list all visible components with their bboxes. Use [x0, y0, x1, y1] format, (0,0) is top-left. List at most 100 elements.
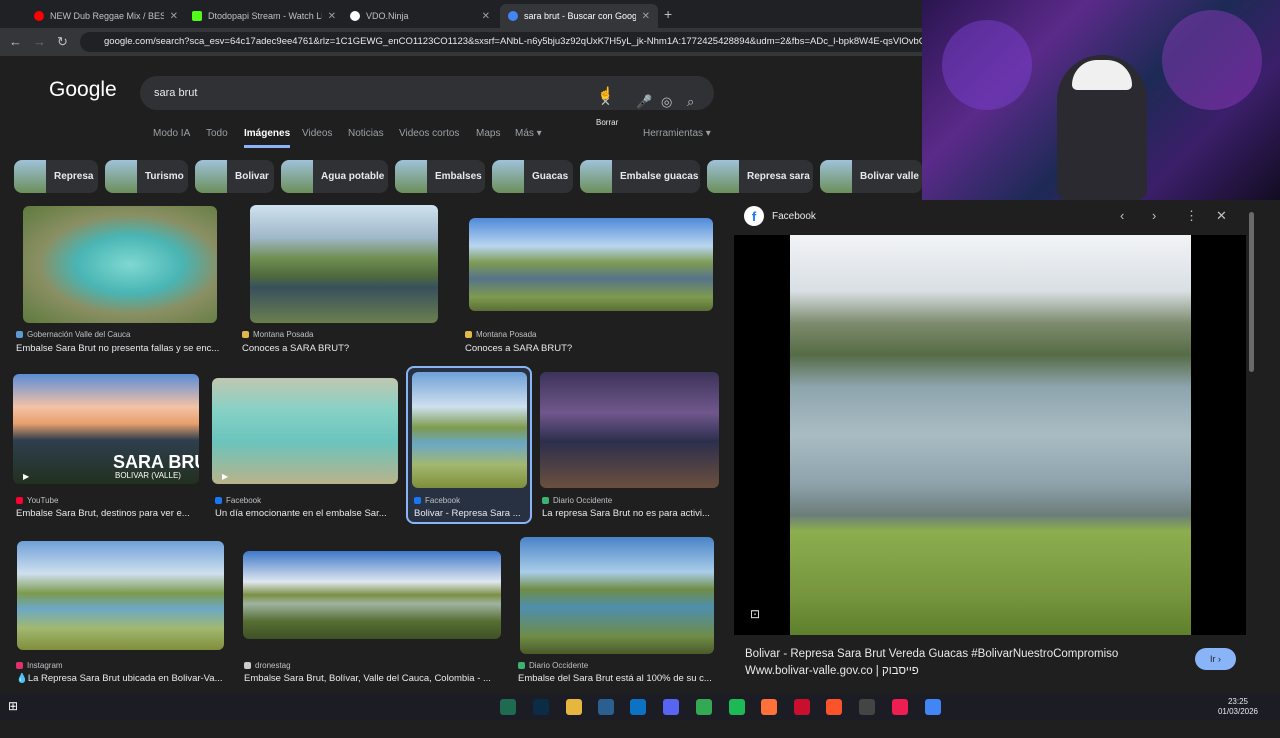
file-explorer-icon[interactable]	[566, 699, 582, 715]
result-source[interactable]: Facebook	[215, 496, 261, 505]
previous-icon[interactable]: ‹	[1120, 208, 1124, 223]
lens-search-icon[interactable]: ⊡	[750, 607, 760, 621]
more-options-icon[interactable]: ⋮	[1185, 208, 1198, 224]
tab-dub-reggae[interactable]: NEW Dub Reggae Mix / BEST R ✕	[26, 4, 186, 28]
tab-imagenes[interactable]: Imágenes	[244, 128, 291, 148]
tools-menu[interactable]: Herramientas ▾	[643, 128, 711, 139]
result-image[interactable]	[520, 537, 714, 654]
forward-icon[interactable]: →	[33, 34, 46, 49]
chrome-icon[interactable]	[696, 699, 712, 715]
result-image[interactable]	[540, 372, 719, 488]
tab-videos[interactable]: Videos	[302, 128, 332, 139]
close-icon[interactable]: ✕	[482, 11, 490, 22]
result-image[interactable]	[250, 205, 438, 323]
next-icon[interactable]: ›	[1152, 208, 1156, 223]
chip-represa-sara[interactable]: Represa sara	[707, 160, 813, 193]
back-icon[interactable]: ←	[9, 34, 22, 49]
chip-embalses[interactable]: Embalses	[395, 160, 485, 193]
result-caption[interactable]: Embalse Sara Brut, Bolívar, Valle del Ca…	[244, 673, 500, 684]
result-caption[interactable]: Embalse del Sara Brut está al 100% de su…	[518, 673, 714, 684]
chip-bolivar-valle[interactable]: Bolivar valle	[820, 160, 922, 193]
preview-image[interactable]	[790, 235, 1191, 635]
facebook-icon: f	[744, 206, 764, 226]
preview-title[interactable]: Bolivar - Represa Sara Brut Vereda Guaca…	[745, 648, 1118, 660]
new-tab-button[interactable]: +	[664, 6, 672, 22]
tab-videos-cortos[interactable]: Videos cortos	[399, 128, 459, 139]
firefox-icon[interactable]	[761, 699, 777, 715]
result-source[interactable]: Montana Posada	[242, 330, 314, 339]
result-source[interactable]: Facebook	[414, 496, 460, 505]
result-source[interactable]: dronestag	[244, 661, 291, 670]
result-image[interactable]	[17, 541, 224, 650]
result-caption[interactable]: Bolivar - Represa Sara ...	[414, 508, 526, 519]
discord-icon[interactable]	[663, 699, 679, 715]
obs-icon[interactable]	[859, 699, 875, 715]
search-input[interactable]: sara brut ✕ 🎤 ◎ ⌕	[140, 76, 714, 110]
close-icon[interactable]: ✕	[642, 11, 650, 22]
visit-button[interactable]: Ir ›	[1195, 648, 1236, 670]
tab-vdo-ninja[interactable]: VDO.Ninja ✕	[342, 4, 498, 28]
search-icon[interactable]: ⌕	[687, 85, 694, 119]
brave-icon[interactable]	[826, 699, 842, 715]
tiktok-icon[interactable]	[892, 699, 908, 715]
close-icon[interactable]: ✕	[1216, 208, 1227, 224]
result-caption[interactable]: Un día emocionante en el embalse Sar...	[215, 508, 395, 519]
preview-source[interactable]: f Facebook	[744, 206, 816, 226]
tab-dtodopapi[interactable]: Dtodopapi Stream - Watch Live ✕	[184, 4, 344, 28]
result-caption[interactable]: Embalse Sara Brut, destinos para ver e..…	[16, 508, 196, 519]
microphone-icon[interactable]: 🎤	[636, 85, 652, 119]
site-favicon-icon	[465, 331, 472, 338]
chip-bolivar[interactable]: Bolivar	[195, 160, 274, 193]
result-image[interactable]	[469, 218, 713, 311]
result-image[interactable]	[412, 372, 527, 488]
result-source[interactable]: Gobernación Valle del Cauca	[16, 330, 130, 339]
close-icon[interactable]: ✕	[170, 11, 178, 22]
taskbar-app-icon[interactable]	[630, 699, 646, 715]
result-image[interactable]	[243, 551, 501, 639]
tab-google-search[interactable]: sara brut - Buscar con Google ✕	[500, 4, 658, 28]
result-source[interactable]: Instagram	[16, 661, 63, 670]
result-caption[interactable]: 💧La Represa Sara Brut ubicada en Bolivar…	[16, 673, 226, 684]
result-source[interactable]: YouTube	[16, 496, 58, 505]
chrome-icon[interactable]	[925, 699, 941, 715]
tab-modo-ia[interactable]: Modo IA	[153, 128, 190, 139]
tab-title: sara brut - Buscar con Google	[524, 11, 636, 21]
chip-label: Turismo	[145, 171, 184, 182]
photoshop-icon[interactable]	[533, 699, 549, 715]
result-image[interactable]	[23, 206, 217, 323]
taskbar-app-icon[interactable]	[500, 699, 516, 715]
result-source[interactable]: Montana Posada	[465, 330, 537, 339]
chip-guacas[interactable]: Guacas	[492, 160, 573, 193]
lens-icon[interactable]: ◎	[661, 85, 672, 119]
reload-icon[interactable]: ↻	[57, 34, 68, 50]
chip-thumbnail	[580, 160, 612, 193]
light-glow	[1162, 10, 1262, 110]
play-icon: ▶	[23, 472, 30, 481]
chip-label: Represa sara	[747, 171, 810, 182]
spotify-icon[interactable]	[729, 699, 745, 715]
result-caption[interactable]: Conoces a SARA BRUT?	[465, 343, 705, 354]
chip-turismo[interactable]: Turismo	[105, 160, 188, 193]
chip-embalse-guacas[interactable]: Embalse guacas	[580, 160, 700, 193]
system-clock[interactable]: 23:25 01/03/2026	[1218, 697, 1258, 717]
result-source[interactable]: Diario Occidente	[518, 661, 588, 670]
result-image[interactable]: ▶	[212, 378, 398, 484]
chip-represa[interactable]: Represa	[14, 160, 98, 193]
mouse-cursor: ☝	[598, 86, 613, 100]
result-caption[interactable]: Conoces a SARA BRUT?	[242, 343, 442, 354]
google-logo[interactable]: Google	[49, 78, 117, 102]
windows-start-icon[interactable]: ⊞	[8, 699, 24, 715]
result-image[interactable]: SARA BRUT BOLIVAR (VALLE) ▶	[13, 374, 199, 484]
tab-maps[interactable]: Maps	[476, 128, 500, 139]
taskbar-app-icon[interactable]	[598, 699, 614, 715]
close-icon[interactable]: ✕	[328, 11, 336, 22]
chip-agua-potable[interactable]: Agua potable	[281, 160, 388, 193]
preview-scrollbar[interactable]	[1249, 212, 1254, 372]
result-caption[interactable]: La represa Sara Brut no es para activi..…	[542, 508, 718, 519]
opera-icon[interactable]	[794, 699, 810, 715]
result-source[interactable]: Diario Occidente	[542, 496, 612, 505]
tab-mas[interactable]: Más ▾	[515, 128, 542, 139]
tab-todo[interactable]: Todo	[206, 128, 228, 139]
result-caption[interactable]: Embalse Sara Brut no presenta fallas y s…	[16, 343, 226, 354]
tab-noticias[interactable]: Noticias	[348, 128, 384, 139]
